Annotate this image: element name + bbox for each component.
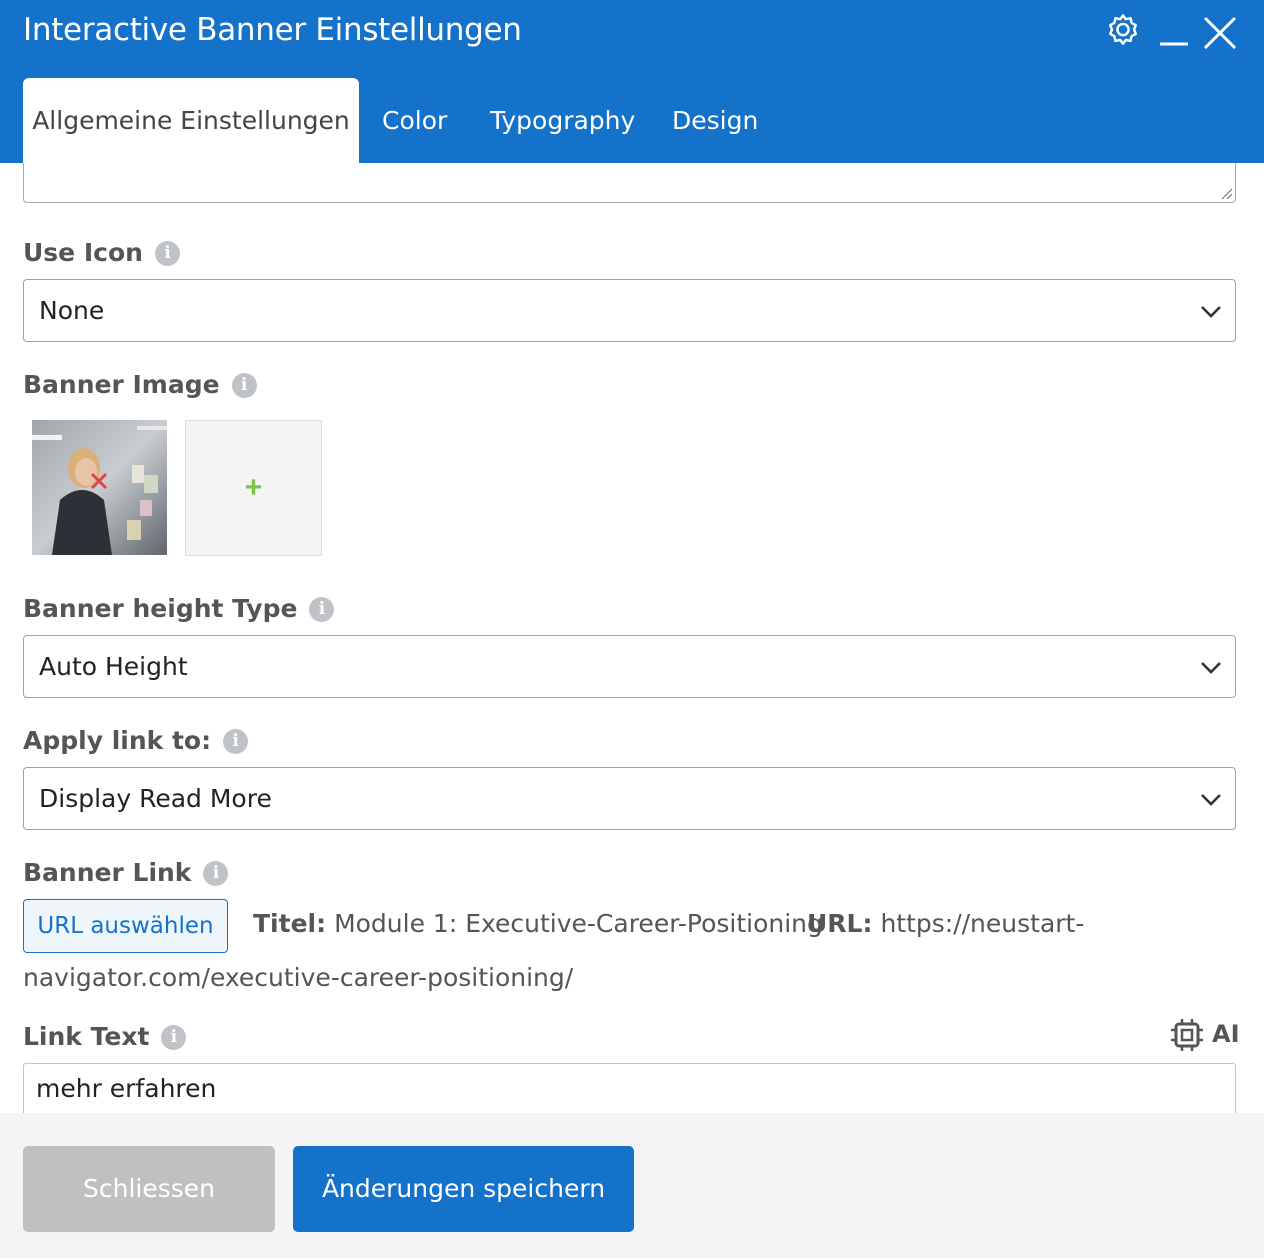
tab-color[interactable]: Color bbox=[382, 78, 447, 163]
dialog-header: Interactive Banner Einstellungen Allgeme… bbox=[0, 0, 1264, 163]
dialog-footer: Schliessen Änderungen speichern bbox=[0, 1113, 1264, 1258]
link-text-label: Link Text i bbox=[23, 1022, 187, 1051]
link-title: Titel: Module 1: Executive-Career-Positi… bbox=[253, 909, 823, 938]
info-icon[interactable]: i bbox=[203, 861, 229, 886]
banner-image-label-text: Banner Image bbox=[23, 370, 220, 399]
chevron-down-icon bbox=[1201, 794, 1221, 806]
info-icon[interactable]: i bbox=[223, 729, 249, 754]
chip-icon bbox=[1171, 1019, 1203, 1051]
dialog-title: Interactive Banner Einstellungen bbox=[23, 12, 522, 48]
tab-design[interactable]: Design bbox=[672, 78, 758, 163]
banner-link-label-text: Banner Link bbox=[23, 858, 192, 887]
banner-image-label: Banner Image i bbox=[23, 370, 257, 399]
banner-image-thumbnail[interactable] bbox=[32, 420, 167, 555]
close-icon[interactable] bbox=[1201, 14, 1239, 52]
use-icon-label: Use Icon i bbox=[23, 238, 180, 267]
plus-icon: + bbox=[244, 471, 263, 504]
chevron-down-icon bbox=[1201, 306, 1221, 318]
banner-photo bbox=[32, 420, 167, 555]
info-icon[interactable]: i bbox=[154, 241, 180, 266]
save-changes-button[interactable]: Änderungen speichern bbox=[293, 1146, 634, 1232]
use-icon-label-text: Use Icon bbox=[23, 238, 143, 267]
use-icon-value: None bbox=[39, 296, 105, 325]
apply-link-label: Apply link to: i bbox=[23, 726, 249, 755]
minimize-icon[interactable] bbox=[1158, 14, 1190, 50]
link-url-value-end: navigator.com/executive-career-positioni… bbox=[23, 963, 574, 992]
banner-height-select[interactable]: Auto Height bbox=[23, 635, 1236, 698]
link-url-label: URL: bbox=[807, 909, 873, 938]
resize-handle-icon[interactable] bbox=[1219, 186, 1233, 200]
use-icon-select[interactable]: None bbox=[23, 279, 1236, 342]
link-title-value: Module 1: Executive-Career-Positioning bbox=[334, 909, 823, 938]
add-image-button[interactable]: + bbox=[185, 420, 322, 556]
close-button[interactable]: Schliessen bbox=[23, 1146, 275, 1232]
banner-height-value: Auto Height bbox=[39, 652, 188, 681]
select-url-button[interactable]: URL auswählen bbox=[23, 899, 228, 953]
tab-general[interactable]: Allgemeine Einstellungen bbox=[23, 78, 359, 163]
link-text-value: mehr erfahren bbox=[36, 1074, 217, 1103]
description-textarea[interactable] bbox=[23, 163, 1236, 203]
gear-icon[interactable] bbox=[1102, 11, 1144, 53]
chevron-down-icon bbox=[1201, 662, 1221, 674]
link-title-label: Titel: bbox=[253, 909, 327, 938]
info-icon[interactable]: i bbox=[309, 597, 335, 622]
info-icon[interactable]: i bbox=[161, 1025, 187, 1050]
banner-height-label: Banner height Type i bbox=[23, 594, 335, 623]
link-text-label-text: Link Text bbox=[23, 1022, 150, 1051]
info-icon[interactable]: i bbox=[231, 373, 257, 398]
link-url: URL: https://neustart- bbox=[807, 909, 1084, 938]
banner-link-label: Banner Link i bbox=[23, 858, 229, 887]
banner-height-label-text: Banner height Type bbox=[23, 594, 298, 623]
apply-link-label-text: Apply link to: bbox=[23, 726, 212, 755]
ai-label: AI bbox=[1212, 1020, 1240, 1048]
apply-link-select[interactable]: Display Read More bbox=[23, 767, 1236, 830]
apply-link-value: Display Read More bbox=[39, 784, 272, 813]
tab-typography[interactable]: Typography bbox=[490, 78, 635, 163]
link-url-value-start: https://neustart- bbox=[880, 909, 1085, 938]
